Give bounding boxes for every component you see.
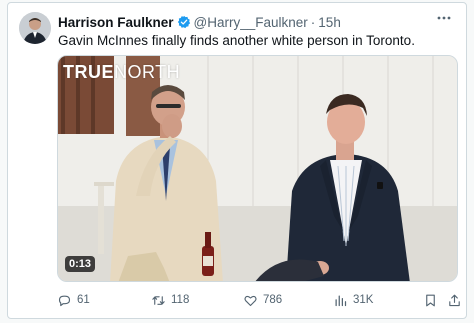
tweet-time[interactable]: 15h: [318, 15, 341, 30]
avatar[interactable]: [19, 12, 51, 44]
reply-count: 61: [77, 294, 90, 306]
verified-badge-icon: [177, 15, 191, 29]
repost-count: 118: [171, 294, 190, 306]
views-button[interactable]: 31K: [333, 290, 373, 310]
more-options-icon[interactable]: [436, 10, 452, 26]
analytics-icon: [335, 295, 347, 306]
video-player[interactable]: TRUENORTH 0:13: [57, 55, 458, 282]
repost-icon: [152, 295, 165, 305]
author-handle[interactable]: @Harry__Faulkner: [194, 15, 308, 30]
reply-button[interactable]: 61: [57, 290, 90, 310]
separator: ·: [310, 14, 316, 30]
view-count: 31K: [353, 294, 374, 306]
bookmark-icon: [426, 294, 435, 306]
like-count: 786: [263, 294, 283, 306]
tweet-text: Gavin McInnes finally finds another whit…: [58, 33, 415, 48]
share-button[interactable]: [447, 290, 462, 310]
reply-icon: [58, 295, 71, 306]
heart-icon: [244, 295, 257, 306]
video-frame: [58, 56, 457, 281]
video-brand-watermark: TRUENORTH: [63, 62, 180, 83]
like-button[interactable]: 786: [243, 290, 282, 310]
tweet-actions-bar: 61 118 786 31K: [57, 290, 462, 310]
brand-true: TRUE: [63, 62, 114, 82]
brand-north: NORTH: [114, 62, 181, 82]
video-duration: 0:13: [65, 256, 96, 272]
bookmark-button[interactable]: [423, 290, 438, 310]
tweet-card[interactable]: Harrison Faulkner @Harry__Faulkner · 15h…: [7, 2, 467, 319]
repost-button[interactable]: 118: [151, 290, 189, 310]
author-name[interactable]: Harrison Faulkner: [58, 15, 174, 30]
share-icon: [449, 294, 460, 306]
